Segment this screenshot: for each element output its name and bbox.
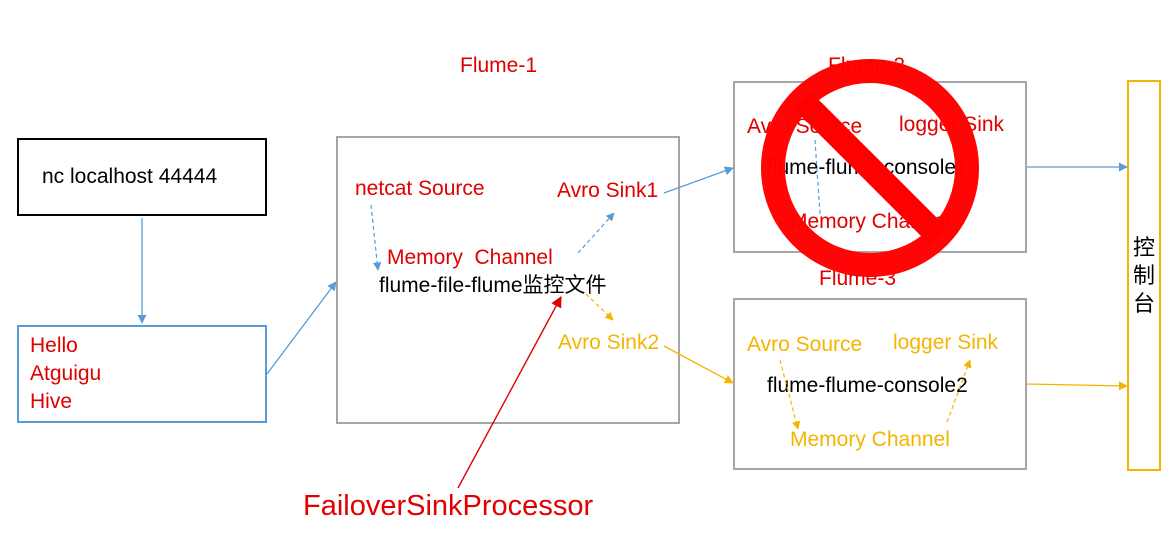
prohibited-icon xyxy=(761,59,979,277)
arrow-sink2-to-flume3 xyxy=(663,345,734,384)
dash-flume3-channel-to-sink xyxy=(946,359,972,423)
arrow-sink1-to-flume2 xyxy=(663,166,734,194)
arrow-processor-pointer xyxy=(457,296,562,489)
dash-flume3-source-to-channel xyxy=(779,359,801,430)
dash-flume2-source-to-channel xyxy=(814,139,821,215)
arrow-input-to-flume1 xyxy=(266,281,337,375)
connector-lines xyxy=(137,59,1128,489)
dash-channel-to-sink1 xyxy=(577,212,615,254)
dash-channel-to-sink2 xyxy=(585,293,614,321)
arrow-flume3-to-console xyxy=(1026,381,1128,391)
dash-source-to-channel xyxy=(370,204,382,271)
